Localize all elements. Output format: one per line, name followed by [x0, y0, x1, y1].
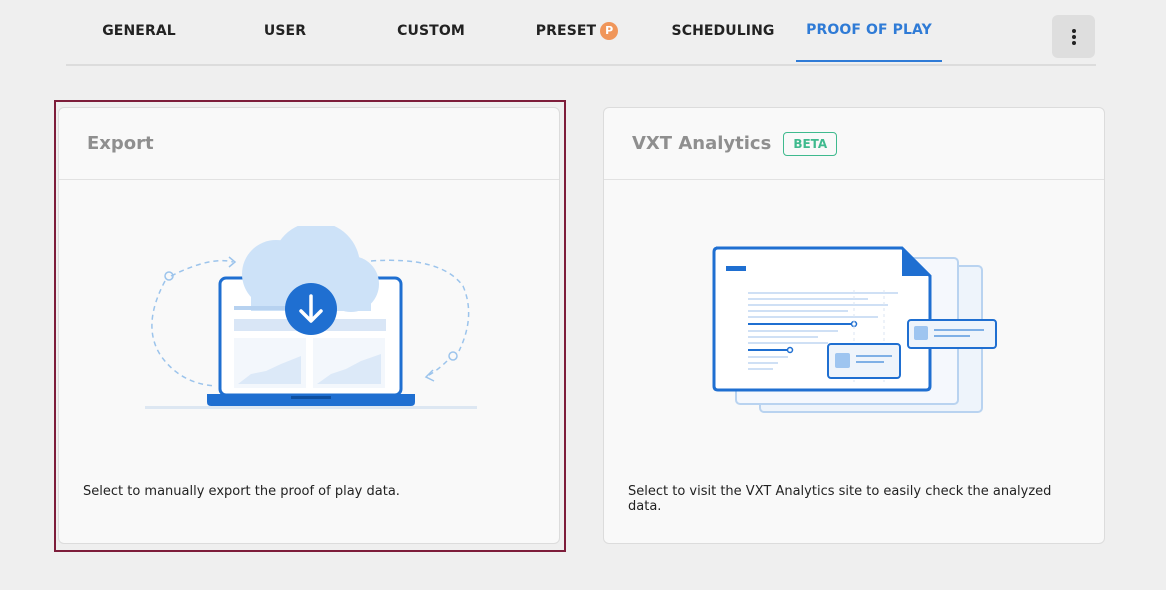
tab-scheduling[interactable]: SCHEDULING [650, 0, 796, 62]
tab-label: CUSTOM [397, 23, 465, 39]
tab-user[interactable]: USER [212, 0, 358, 62]
preset-badge: P [600, 21, 619, 40]
export-card-description: Select to manually export the proof of p… [83, 484, 400, 499]
cloud-download-laptop-illustration [145, 226, 477, 409]
tab-label: GENERAL [102, 23, 176, 39]
tab-label: PRESET [535, 23, 597, 39]
beta-badge: BETA [783, 131, 838, 156]
export-card-header: Export [59, 108, 559, 180]
tab-custom[interactable]: CUSTOM [358, 0, 504, 62]
vxt-analytics-card-description: Select to visit the VXT Analytics site t… [628, 484, 1052, 514]
more-vertical-icon [1071, 28, 1076, 45]
vxt-analytics-card-title: VXT Analytics [632, 133, 772, 154]
tab-general[interactable]: GENERAL [66, 0, 212, 62]
tab-label: PROOF OF PLAY [806, 22, 932, 38]
more-options-button[interactable] [1052, 15, 1095, 58]
tab-proof-of-play[interactable]: PROOF OF PLAY [796, 0, 942, 62]
tab-label: SCHEDULING [671, 23, 775, 39]
vxt-analytics-card[interactable]: VXT Analytics BETA Select to visit the V… [603, 107, 1105, 544]
export-card[interactable]: Export Select to manually export the pro… [58, 107, 560, 544]
tab-bar: GENERAL USER CUSTOM PRESET P SCHEDULING … [66, 0, 1096, 66]
vxt-analytics-card-header: VXT Analytics BETA [604, 108, 1104, 180]
tab-preset[interactable]: PRESET P [504, 0, 650, 62]
tab-label: USER [263, 23, 307, 39]
export-card-title: Export [87, 133, 154, 154]
analytics-report-illustration [712, 246, 997, 413]
